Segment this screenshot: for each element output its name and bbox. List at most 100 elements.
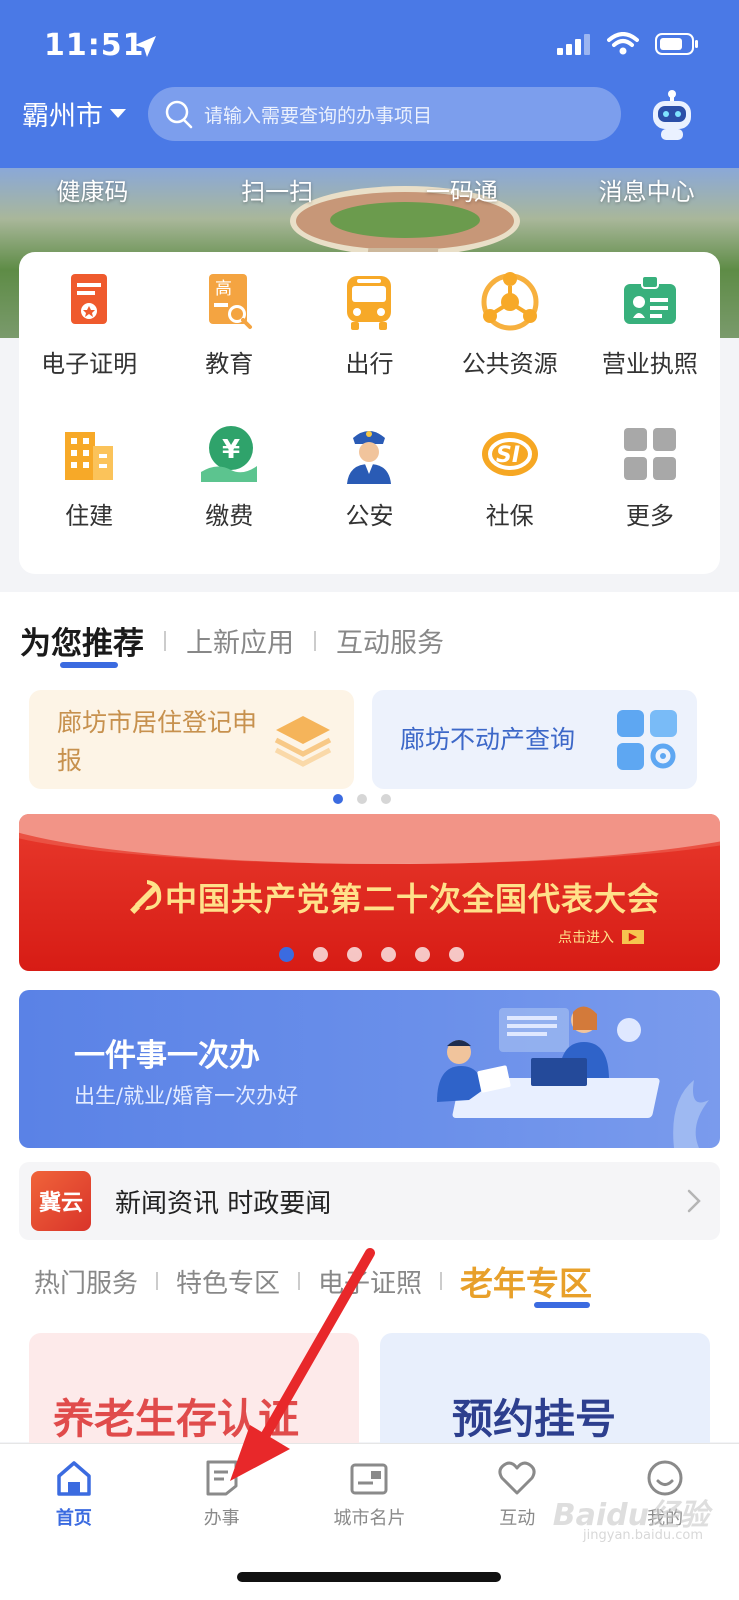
recommend-card-residence[interactable]: 廊坊市居住登记申报: [29, 690, 354, 789]
tab-interactive-services[interactable]: 互动服务: [336, 621, 444, 660]
city-selector[interactable]: 霸州市: [22, 94, 127, 133]
tab-elderly-zone[interactable]: 老年专区: [460, 1257, 592, 1305]
social-security-icon: SI: [481, 432, 538, 476]
svg-text:¥: ¥: [222, 435, 240, 465]
grid-icon: [623, 428, 676, 480]
service-label: 缴费: [205, 502, 254, 530]
pager-dot[interactable]: [333, 794, 343, 804]
recommend-pager: [333, 794, 391, 804]
appointment-title: 预约挂号: [452, 1395, 616, 1443]
service-label: 公安: [345, 502, 394, 530]
annotation-arrow-icon: [230, 1248, 375, 1481]
service-label: 社保: [485, 502, 534, 530]
quick-link-scan[interactable]: 扫一扫: [185, 168, 370, 212]
caret-down-icon: [110, 108, 126, 118]
quick-link-health-code[interactable]: 健康码: [0, 168, 185, 212]
party-emblem-icon: [130, 880, 162, 914]
nav-label: 城市名片: [333, 1508, 406, 1529]
service-label: 更多: [625, 502, 674, 530]
service-police[interactable]: 公安: [299, 422, 439, 572]
news-bar[interactable]: 冀云 新闻资讯 时政要闻: [19, 1162, 720, 1240]
pager-dot[interactable]: [279, 947, 294, 962]
service-label: 住建: [65, 502, 114, 530]
service-social-security[interactable]: SI 社保: [440, 422, 580, 572]
pager-dot[interactable]: [347, 947, 362, 962]
service-travel[interactable]: 出行: [299, 270, 439, 422]
tab-new-apps[interactable]: 上新应用: [186, 621, 294, 660]
home-indicator[interactable]: [237, 1572, 501, 1582]
home-icon: [57, 1461, 91, 1496]
service-public-resources[interactable]: 公共资源: [440, 270, 580, 422]
enter-label: 点击进入: [558, 930, 614, 946]
apps-gear-icon: [617, 710, 677, 770]
recommend-card-real-estate[interactable]: 廊坊不动产查询: [372, 690, 697, 789]
svg-text:高: 高: [215, 279, 232, 299]
tab-divider: [156, 1272, 159, 1290]
service-label: 营业执照: [601, 350, 698, 378]
building-icon: [65, 432, 114, 480]
tab-hot-services[interactable]: 热门服务: [34, 1263, 138, 1300]
police-icon: [347, 431, 392, 484]
party-banner-enter[interactable]: 点击进入 ▶: [558, 927, 644, 947]
quick-links: 健康码 扫一扫 一码通 消息中心: [0, 168, 739, 212]
license-icon: [623, 275, 676, 324]
banner-pager: [279, 947, 464, 962]
recommend-tabs: 为您推荐 上新应用 互动服务: [20, 618, 444, 663]
service-housing[interactable]: 住建: [19, 422, 159, 572]
services-card: 电子证明 高 教育 出行 公共资源 营业执照 住建 ¥ 缴费 公安 SI 社保 …: [19, 252, 720, 574]
service-more[interactable]: 更多: [580, 422, 720, 572]
tab-divider: [314, 630, 316, 651]
one-thing-banner[interactable]: 一件事一次办 出生/就业/婚育一次办好: [19, 990, 720, 1148]
service-desk-illustration: [437, 1006, 709, 1148]
wifi-icon: [607, 32, 639, 55]
pager-dot[interactable]: [313, 947, 328, 962]
active-tab-indicator: [60, 662, 118, 668]
pager-dot[interactable]: [381, 794, 391, 804]
service-label: 公共资源: [461, 350, 558, 378]
party-banner-title: 中国共产党第二十次全国代表大会: [165, 880, 661, 918]
nav-home[interactable]: 首页: [0, 1458, 148, 1544]
chevron-right-icon: [687, 1189, 701, 1213]
active-tab-indicator: [534, 1302, 590, 1308]
status-bar: 11:51: [0, 0, 739, 80]
heart-icon: [498, 1461, 536, 1495]
robot-icon[interactable]: [645, 88, 699, 142]
battery-icon: [655, 33, 698, 55]
service-education[interactable]: 高 教育: [159, 270, 299, 422]
tab-divider: [164, 630, 166, 651]
baidu-watermark-url: jingyan.baidu.com: [583, 1528, 703, 1543]
recommend-card-title: 廊坊不动产查询: [400, 725, 576, 754]
cellular-signal-icon: [557, 34, 590, 55]
service-e-certificate[interactable]: 电子证明: [19, 270, 159, 422]
pager-dot[interactable]: [381, 947, 396, 962]
service-payment[interactable]: ¥ 缴费: [159, 422, 299, 572]
search-input[interactable]: 请输入需要查询的办事项目: [148, 87, 621, 141]
one-thing-subtitle: 出生/就业/婚育一次办好: [74, 1084, 299, 1108]
service-business-license[interactable]: 营业执照: [580, 270, 720, 422]
payment-icon: ¥: [201, 426, 258, 482]
location-arrow-icon: [135, 36, 156, 57]
pager-dot[interactable]: [357, 794, 367, 804]
service-label: 教育: [205, 350, 254, 378]
certificate-icon: [71, 274, 108, 324]
jiyun-logo: 冀云: [31, 1171, 91, 1231]
tab-divider: [440, 1272, 443, 1290]
arrow-right-icon: ▶: [622, 930, 644, 944]
svg-text:SI: SI: [496, 443, 520, 468]
appointment-card[interactable]: 预约挂号: [380, 1333, 710, 1448]
quick-link-one-code[interactable]: 一码通: [370, 168, 555, 212]
app-header: 11:51 霸州市 请输入需要查询的办事项目: [0, 0, 739, 168]
pager-dot[interactable]: [449, 947, 464, 962]
pager-dot[interactable]: [415, 947, 430, 962]
status-time: 11:51: [44, 28, 145, 63]
nav-label: 办事: [203, 1508, 240, 1529]
service-label: 出行: [345, 350, 394, 378]
search-placeholder: 请输入需要查询的办事项目: [204, 104, 433, 127]
one-thing-title: 一件事一次办: [74, 1038, 260, 1074]
quick-link-message-center[interactable]: 消息中心: [554, 168, 739, 212]
education-icon: 高: [209, 274, 253, 329]
nav-label: 互动: [499, 1508, 536, 1529]
layers-icon: [274, 716, 332, 767]
tab-recommended[interactable]: 为您推荐: [20, 618, 144, 663]
bus-icon: [347, 276, 392, 330]
